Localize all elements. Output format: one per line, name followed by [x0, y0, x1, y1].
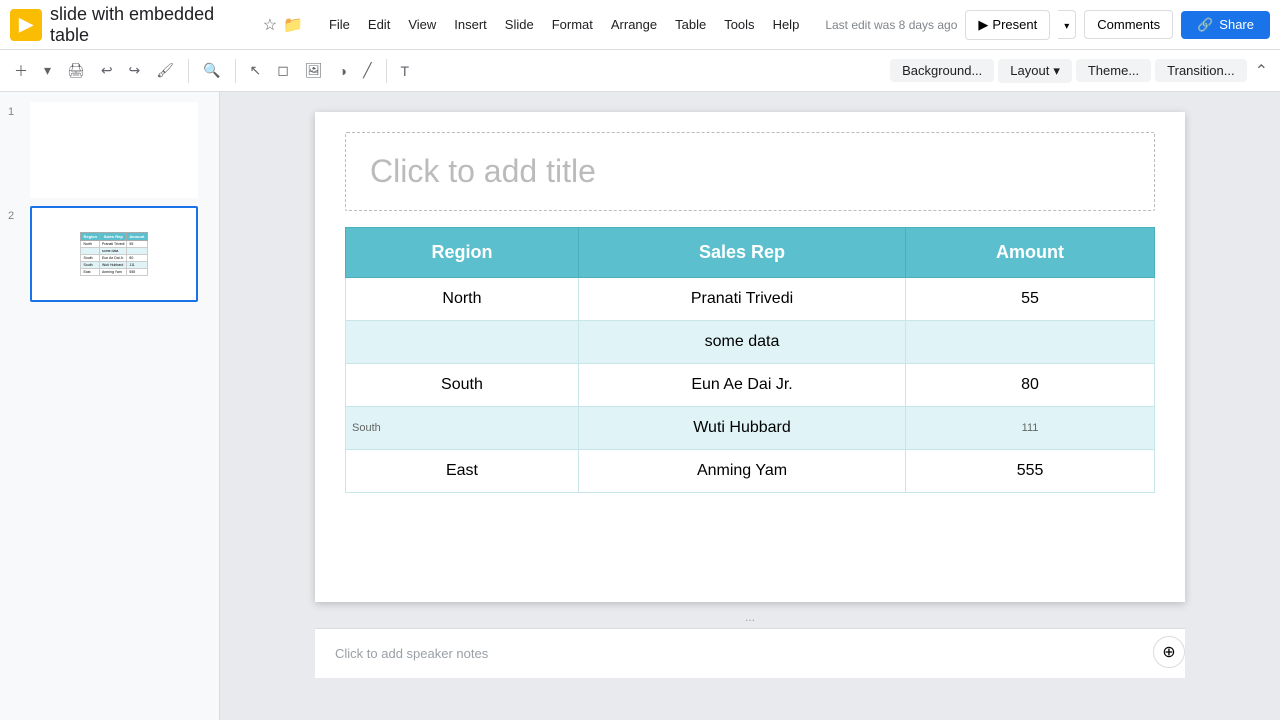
effects-button[interactable]: ◑	[333, 59, 353, 83]
menu-format[interactable]: Format	[544, 13, 601, 36]
shape-button[interactable]: ◻	[271, 58, 295, 83]
print-button[interactable]: 🖨	[61, 58, 91, 83]
slide-title-placeholder: Click to add title	[370, 153, 596, 189]
present-button[interactable]: ▶ Present	[965, 10, 1050, 40]
main-content: 1 2 RegionSales RepAmount NorthPranati T…	[0, 92, 1280, 720]
slide-preview-1[interactable]	[30, 102, 198, 198]
cell-region: South	[346, 407, 579, 450]
cell-sales-rep: Wuti Hubbard	[578, 407, 905, 450]
canvas-area: Click to add title Region Sales Rep Amou…	[220, 92, 1280, 720]
title-actions: ☆ 📁	[263, 15, 303, 35]
top-bar: ▶ slide with embedded table ☆ 📁 File Edi…	[0, 0, 1280, 50]
zoom-button[interactable]: 🔍	[197, 58, 226, 83]
slide-thumb-2[interactable]: 2 RegionSales RepAmount NorthPranati Tri…	[8, 206, 211, 302]
cell-sales-rep: Eun Ae Dai Jr.	[578, 364, 905, 407]
cell-region	[346, 321, 579, 364]
cell-sales-rep: Pranati Trivedi	[578, 278, 905, 321]
header-region: Region	[346, 228, 579, 278]
top-right-actions: ▶ Present ▾ Comments 🔗 Share	[965, 10, 1270, 40]
select-button[interactable]: ↖	[244, 58, 268, 83]
present-dropdown-button[interactable]: ▾	[1058, 10, 1076, 39]
notes-placeholder: Click to add speaker notes	[335, 646, 488, 661]
paint-format-button[interactable]: 🖌	[150, 58, 180, 83]
menu-edit[interactable]: Edit	[360, 13, 398, 36]
menu-file[interactable]: File	[321, 13, 358, 36]
header-amount: Amount	[906, 228, 1155, 278]
last-edit: Last edit was 8 days ago	[825, 18, 957, 32]
mini-preview-table: RegionSales RepAmount NorthPranati Trive…	[80, 232, 147, 276]
present-icon: ▶	[978, 17, 988, 33]
menu-table[interactable]: Table	[667, 13, 714, 36]
doc-title: slide with embedded table	[50, 4, 251, 46]
separator-2	[235, 59, 236, 83]
layout-button[interactable]: Layout ▾	[998, 59, 1072, 83]
redo-button[interactable]: ↪	[123, 58, 147, 83]
cell-sales-rep: Anming Yam	[578, 450, 905, 493]
menu-tools[interactable]: Tools	[716, 13, 762, 36]
separator-3	[386, 59, 387, 83]
menu-insert[interactable]: Insert	[446, 13, 495, 36]
cell-region: South	[346, 364, 579, 407]
data-table: Region Sales Rep Amount North Pranati Tr…	[345, 227, 1155, 493]
cell-amount: 555	[906, 450, 1155, 493]
header-sales-rep: Sales Rep	[578, 228, 905, 278]
slide-preview-2[interactable]: RegionSales RepAmount NorthPranati Trive…	[30, 206, 198, 302]
table-row: some data	[346, 321, 1155, 364]
collapse-toolbar-button[interactable]: ⌃	[1251, 57, 1272, 85]
text-button[interactable]: T	[395, 59, 416, 83]
cell-sales-rep: some data	[578, 321, 905, 364]
add-slide-button[interactable]: ＋	[8, 57, 34, 85]
slide-number-1: 1	[8, 102, 24, 118]
slide-preview-inner-2: RegionSales RepAmount NorthPranati Trive…	[32, 208, 196, 300]
slide-number-2: 2	[8, 206, 24, 222]
table-row: North Pranati Trivedi 55	[346, 278, 1155, 321]
cell-region: North	[346, 278, 579, 321]
transition-button[interactable]: Transition...	[1155, 59, 1246, 82]
three-dots-separator: ...	[315, 606, 1185, 628]
cell-region: East	[346, 450, 579, 493]
slide-preview-inner-1	[32, 104, 196, 196]
separator-1	[188, 59, 189, 83]
app-logo: ▶	[10, 9, 42, 41]
toolbar: ＋ ▾ 🖨 ↩ ↪ 🖌 🔍 ↖ ◻ 🖼 ◑ ╱ T Background... …	[0, 50, 1280, 92]
undo-button[interactable]: ↩	[95, 58, 119, 83]
folder-icon[interactable]: 📁	[283, 15, 303, 35]
table-container: Region Sales Rep Amount North Pranati Tr…	[345, 227, 1155, 493]
theme-button[interactable]: Theme...	[1076, 59, 1151, 82]
menu-arrange[interactable]: Arrange	[603, 13, 665, 36]
menu-help[interactable]: Help	[765, 13, 808, 36]
line-button[interactable]: ╱	[357, 58, 377, 83]
menu-view[interactable]: View	[400, 13, 444, 36]
share-button[interactable]: 🔗 Share	[1181, 11, 1270, 39]
star-icon[interactable]: ☆	[263, 15, 277, 35]
background-button[interactable]: Background...	[890, 59, 994, 82]
table-row: South Eun Ae Dai Jr. 80	[346, 364, 1155, 407]
notes-area[interactable]: Click to add speaker notes	[315, 628, 1185, 678]
menu-bar: File Edit View Insert Slide Format Arran…	[321, 13, 807, 36]
menu-slide[interactable]: Slide	[497, 13, 542, 36]
slide-canvas: Click to add title Region Sales Rep Amou…	[315, 112, 1185, 602]
cell-amount: 80	[906, 364, 1155, 407]
slide-thumb-1[interactable]: 1	[8, 102, 211, 198]
share-icon: 🔗	[1197, 17, 1213, 33]
cell-amount: 55	[906, 278, 1155, 321]
table-row: East Anming Yam 555	[346, 450, 1155, 493]
slides-panel: 1 2 RegionSales RepAmount NorthPranati T…	[0, 92, 220, 720]
slide-title-area[interactable]: Click to add title	[345, 132, 1155, 211]
expand-button[interactable]: ⊕	[1153, 636, 1185, 668]
table-row: South Wuti Hubbard 111	[346, 407, 1155, 450]
chevron-down-icon: ▾	[1064, 21, 1069, 32]
cell-amount	[906, 321, 1155, 364]
image-button[interactable]: 🖼	[299, 58, 329, 83]
comments-button[interactable]: Comments	[1084, 10, 1173, 39]
cell-amount: 111	[906, 407, 1155, 450]
add-dropdown-button[interactable]: ▾	[38, 58, 57, 83]
